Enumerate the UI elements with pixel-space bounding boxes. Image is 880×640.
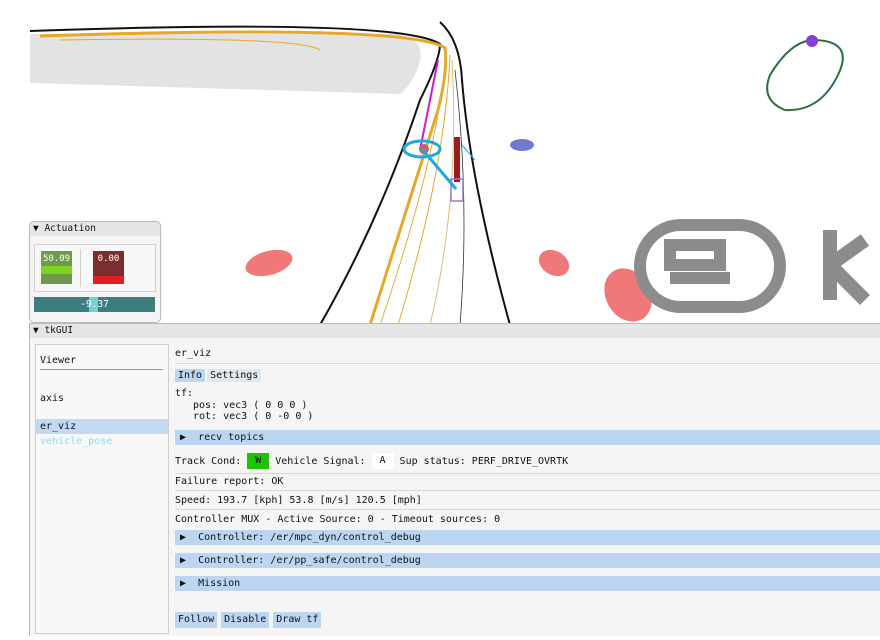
minimap-track: [766, 38, 844, 112]
track-surface: [30, 34, 421, 94]
controller-pp-header[interactable]: ▶ Controller: /er/pp_safe/control_debug: [175, 553, 880, 568]
viewer-tree-header: Viewer: [40, 355, 163, 370]
inspector-tabs: Info Settings: [175, 369, 880, 382]
speed-readout: Speed: 193.7 [kph] 53.8 [m/s] 120.5 [mph…: [175, 495, 880, 510]
disable-button[interactable]: Disable: [221, 612, 270, 628]
recv-topics-header[interactable]: ▶ recv topics: [175, 430, 880, 445]
throttle-value: 50.09: [42, 254, 71, 264]
tkgui-window[interactable]: ▼ tkGUI Viewer axis er_viz vehicle_pose …: [29, 323, 880, 636]
sup-status: Sup status: PERF_DRIVE_OVRTK: [399, 456, 569, 467]
er-logo: [634, 219, 870, 313]
tf-pos: pos: vec3 ( 0 0 0 ): [193, 400, 308, 411]
tree-node-axis[interactable]: axis: [36, 391, 168, 406]
actuation-divider: [80, 249, 81, 287]
tab-settings[interactable]: Settings: [207, 369, 262, 382]
track-cond-value: W: [247, 453, 270, 469]
vehicle-marker: [454, 137, 460, 182]
brake-gauge: 0.00: [93, 251, 124, 284]
road-edge-right: [439, 21, 511, 326]
cone-marker: [245, 249, 293, 277]
failure-report: Failure report: OK: [175, 476, 880, 491]
cone-marker: [510, 139, 534, 151]
tree-node-vehicle-pose[interactable]: vehicle_pose: [36, 434, 168, 449]
node-name: er_viz: [175, 348, 880, 364]
tf-label: tf:: [175, 388, 194, 399]
steering-slider[interactable]: -9.37: [34, 297, 155, 312]
status-row: Track Cond: W Vehicle Signal: A Sup status: …: [175, 451, 880, 474]
actuation-title[interactable]: ▼ Actuation: [30, 222, 160, 236]
vehicle-signal-value: A: [371, 453, 394, 469]
vehicle-signal-label: Vehicle Signal:: [275, 456, 366, 467]
mission-header[interactable]: ▶ Mission: [175, 576, 880, 591]
tree-node-er-viz[interactable]: er_viz: [36, 419, 168, 434]
draw-tf-button[interactable]: Draw tf: [273, 612, 322, 628]
tkgui-title[interactable]: ▼ tkGUI: [30, 324, 880, 338]
minimap-position: [806, 35, 818, 47]
steering-value: -9.37: [80, 299, 109, 310]
controller-mux: Controller MUX - Active Source: 0 - Time…: [175, 514, 501, 525]
cone-marker: [538, 249, 570, 277]
actuation-box: 50.09 0.00: [34, 244, 156, 292]
actuation-window[interactable]: ▼ Actuation 50.09 0.00 -9.37: [29, 221, 161, 323]
brake-value: 0.00: [97, 254, 120, 264]
tab-info[interactable]: Info: [175, 369, 206, 382]
tf-rot: rot: vec3 ( 0 -0 0 ): [193, 411, 314, 422]
follow-button[interactable]: Follow: [175, 612, 218, 628]
viewer-tree: Viewer axis er_viz vehicle_pose: [35, 344, 169, 634]
action-buttons: Follow Disable Draw tf: [175, 612, 880, 628]
controller-mpc-header[interactable]: ▶ Controller: /er/mpc_dyn/control_debug: [175, 530, 880, 545]
track-cond-label: Track Cond:: [175, 456, 242, 467]
throttle-gauge: 50.09: [41, 251, 72, 284]
